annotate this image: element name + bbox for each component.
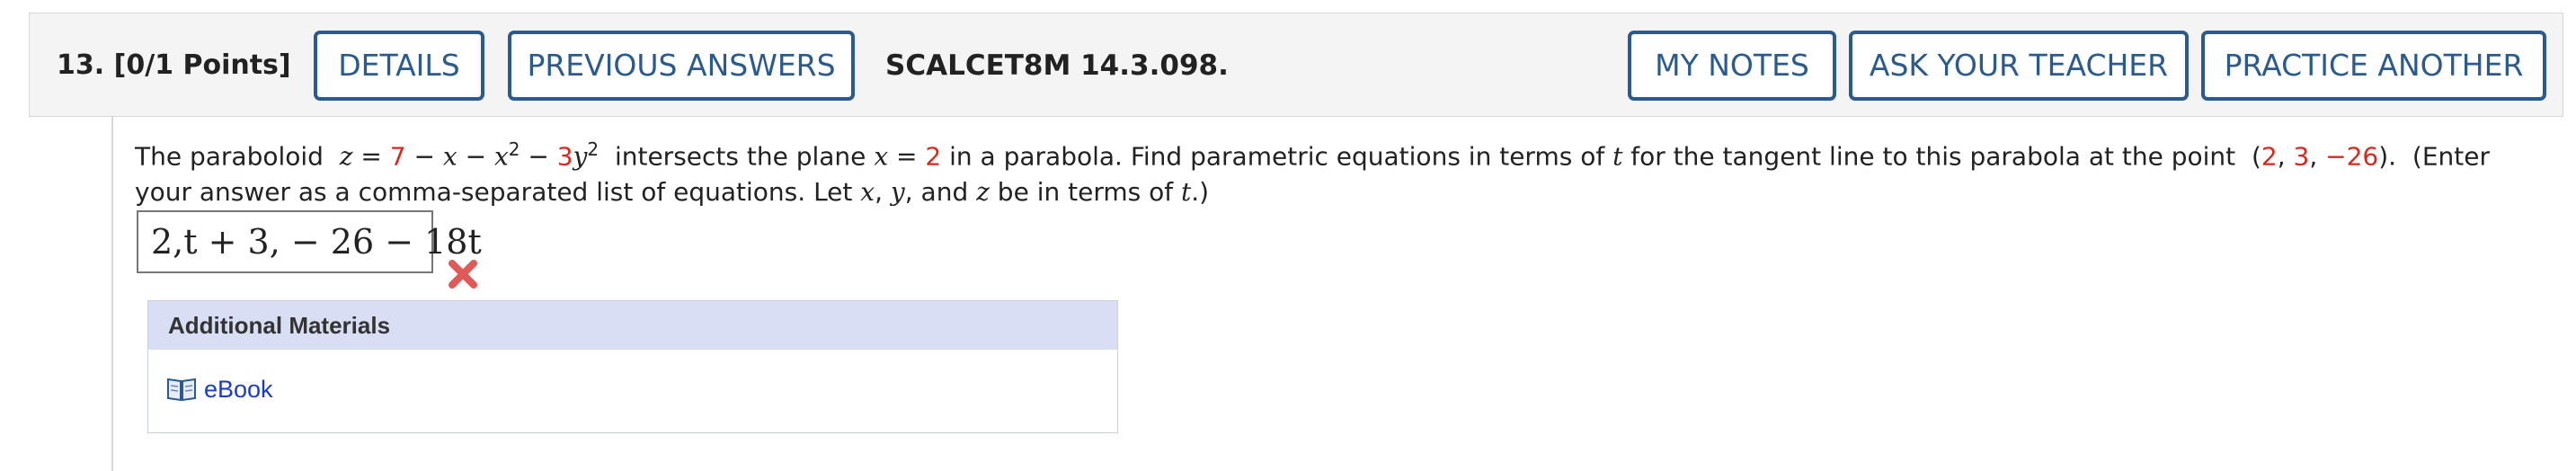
ask-your-teacher-button[interactable]: ASK YOUR TEACHER [1849, 31, 2189, 101]
previous-answers-button[interactable]: PREVIOUS ANSWERS [508, 31, 855, 101]
details-button[interactable]: DETAILS [314, 31, 484, 101]
additional-materials-title: Additional Materials [148, 301, 1117, 350]
question-header: 13. [0/1 Points] DETAILS PREVIOUS ANSWER… [29, 13, 2563, 117]
ebook-link[interactable]: eBook [166, 373, 273, 405]
question-text: The paraboloid z = 7 − x − x2 − 3y2 inte… [135, 138, 2490, 208]
assignment-id: SCALCET8M 14.3.098. [885, 49, 1229, 82]
additional-materials-panel: Additional Materials eBook [147, 300, 1118, 433]
practice-another-button[interactable]: PRACTICE ANOTHER [2201, 31, 2546, 101]
book-icon [167, 378, 196, 402]
question-number-points: 13. [0/1 Points] [57, 13, 291, 118]
question-number: 13. [57, 49, 105, 81]
x-mark-icon [449, 260, 477, 289]
points-score: [0/1 Points] [113, 49, 291, 81]
content-divider [111, 117, 113, 471]
my-notes-button[interactable]: MY NOTES [1628, 31, 1836, 101]
answer-input[interactable]: 2,t + 3, − 26 − 18t [137, 210, 482, 273]
ebook-label[interactable]: eBook [204, 376, 273, 404]
